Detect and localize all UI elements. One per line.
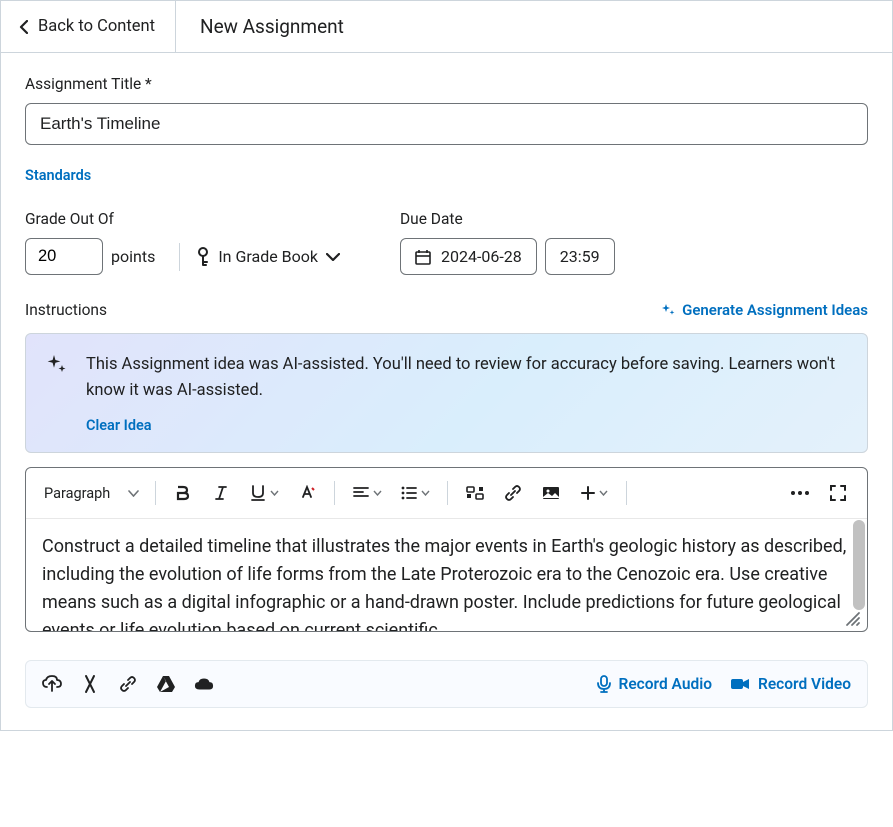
- rich-text-editor: Paragraph: [25, 467, 868, 632]
- due-date-picker[interactable]: 2024-06-28: [400, 238, 537, 275]
- due-time-picker[interactable]: 23:59: [545, 238, 615, 275]
- align-button[interactable]: [345, 476, 389, 510]
- upload-button[interactable]: [42, 675, 62, 693]
- editor-toolbar: Paragraph: [26, 468, 867, 519]
- key-icon: [196, 247, 210, 267]
- toolbar-separator: [334, 481, 335, 505]
- list-button[interactable]: [393, 476, 437, 510]
- grade-out-of-input[interactable]: [25, 238, 103, 275]
- scrollbar-thumb[interactable]: [853, 520, 865, 610]
- chevron-down-icon: [128, 490, 139, 497]
- link-button[interactable]: [496, 476, 530, 510]
- chevron-down-icon: [421, 490, 430, 496]
- text-color-button[interactable]: [290, 476, 324, 510]
- page-title: New Assignment: [176, 1, 368, 52]
- insert-quicklink-button[interactable]: [458, 476, 492, 510]
- quicklink-attach-button[interactable]: [80, 675, 100, 693]
- gradebook-label: In Grade Book: [218, 247, 318, 266]
- clear-idea-button[interactable]: Clear Idea: [86, 417, 152, 434]
- chevron-left-icon: [19, 20, 28, 34]
- resize-handle-icon[interactable]: [845, 611, 861, 627]
- chevron-down-icon: [270, 490, 279, 496]
- assignment-title-label: Assignment Title *: [25, 75, 868, 93]
- ai-notice-banner: This Assignment idea was AI-assisted. Yo…: [25, 333, 868, 453]
- underline-button[interactable]: [242, 476, 286, 510]
- insert-more-button[interactable]: [572, 476, 616, 510]
- italic-button[interactable]: [204, 476, 238, 510]
- chevron-down-icon: [599, 490, 608, 496]
- due-date-label: Due Date: [400, 210, 615, 228]
- onedrive-button[interactable]: [194, 675, 214, 693]
- editor-content-area[interactable]: Construct a detailed timeline that illus…: [26, 519, 867, 631]
- fullscreen-button[interactable]: [821, 476, 855, 510]
- standards-link[interactable]: Standards: [25, 167, 91, 184]
- due-time-value: 23:59: [560, 247, 600, 266]
- google-drive-button[interactable]: [156, 675, 176, 693]
- sparkle-icon: [46, 354, 68, 376]
- chevron-down-icon: [373, 490, 382, 496]
- paragraph-format-label: Paragraph: [44, 485, 110, 502]
- video-camera-icon: [730, 677, 750, 691]
- due-date-value: 2024-06-28: [441, 247, 522, 266]
- gradebook-dropdown[interactable]: In Grade Book: [196, 247, 340, 267]
- attachment-bar: Record Audio Record Video: [25, 660, 868, 708]
- assignment-editor-panel: Back to Content New Assignment Assignmen…: [0, 0, 893, 731]
- assignment-title-input[interactable]: [25, 103, 868, 145]
- back-to-content-link[interactable]: Back to Content: [1, 1, 176, 52]
- toolbar-separator: [447, 481, 448, 505]
- more-options-button[interactable]: [783, 476, 817, 510]
- record-video-button[interactable]: Record Video: [730, 675, 851, 693]
- generate-ideas-button[interactable]: Generate Assignment Ideas: [660, 301, 868, 319]
- header-bar: Back to Content New Assignment: [1, 1, 892, 53]
- back-label: Back to Content: [38, 17, 155, 36]
- sparkle-icon: [660, 302, 676, 318]
- calendar-icon: [415, 249, 431, 265]
- ai-notice-text: This Assignment idea was AI-assisted. Yo…: [86, 352, 847, 403]
- grade-label: Grade Out Of: [25, 210, 340, 228]
- generate-ideas-label: Generate Assignment Ideas: [682, 301, 868, 319]
- image-button[interactable]: [534, 476, 568, 510]
- toolbar-separator: [155, 481, 156, 505]
- chevron-down-icon: [326, 253, 340, 261]
- link-attach-button[interactable]: [118, 675, 138, 693]
- instructions-label: Instructions: [25, 301, 107, 319]
- record-video-label: Record Video: [758, 675, 851, 693]
- toolbar-separator: [626, 481, 627, 505]
- paragraph-format-select[interactable]: Paragraph: [38, 481, 145, 506]
- bold-button[interactable]: [166, 476, 200, 510]
- record-audio-button[interactable]: Record Audio: [597, 675, 713, 693]
- record-audio-label: Record Audio: [619, 675, 713, 693]
- points-label: points: [111, 247, 155, 266]
- divider: [179, 243, 180, 271]
- microphone-icon: [597, 675, 611, 693]
